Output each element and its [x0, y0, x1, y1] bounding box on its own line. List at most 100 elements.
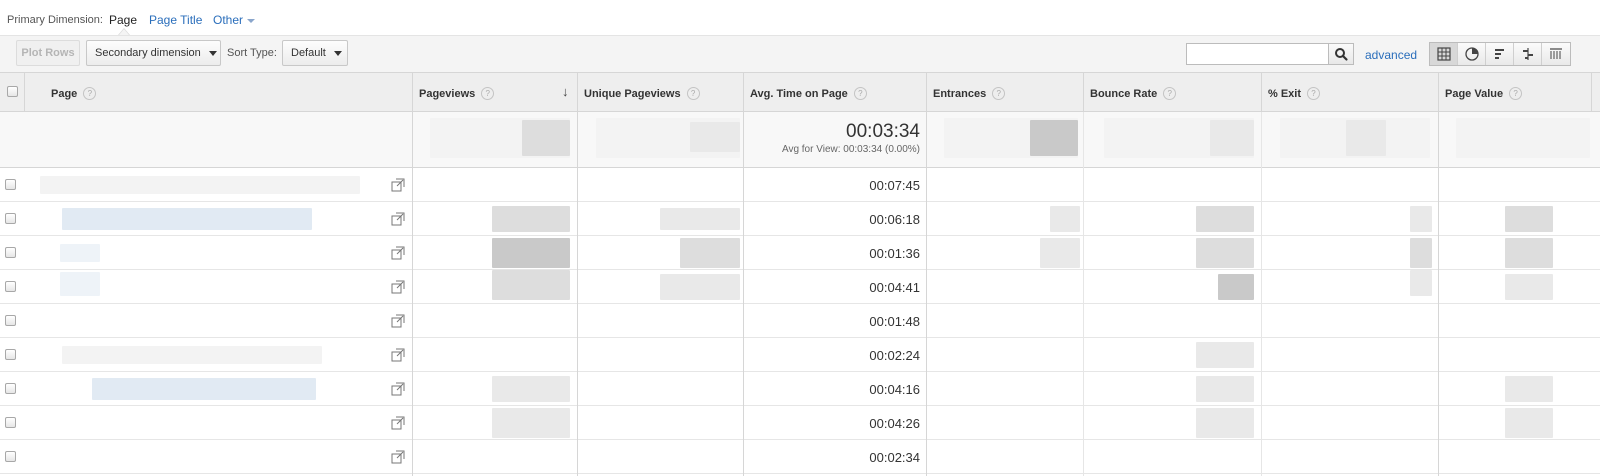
row-checkbox[interactable] — [5, 383, 16, 394]
row-checkbox[interactable] — [5, 451, 16, 462]
other-label: Other — [213, 13, 244, 27]
row-checkbox[interactable] — [5, 417, 16, 428]
column-divider — [1083, 112, 1084, 476]
open-link-icon[interactable] — [391, 348, 405, 362]
dropdown-caret-icon — [208, 50, 217, 56]
performance-view-button[interactable] — [1486, 43, 1514, 65]
summary-row: 00:03:34 Avg for View: 00:03:34 (0.00%) — [0, 112, 1600, 168]
open-link-icon[interactable] — [391, 416, 405, 430]
comparison-view-button[interactable] — [1514, 43, 1542, 65]
help-icon[interactable]: ? — [83, 87, 97, 100]
redacted-value — [660, 208, 740, 230]
column-header-unique-pageviews[interactable]: Unique Pageviews? — [578, 73, 744, 111]
report-table: Page? Pageviews? ↓ Unique Pageviews? Avg… — [0, 72, 1600, 476]
sort-type-label: Sort Type: — [227, 47, 277, 59]
row-checkbox[interactable] — [5, 213, 16, 224]
redacted-page-link[interactable] — [60, 272, 100, 296]
table-row: 00:02:34 — [0, 440, 1600, 474]
help-icon[interactable]: ? — [481, 87, 495, 100]
primary-dimension-other[interactable]: Other — [213, 13, 256, 27]
primary-dimension-page-title[interactable]: Page Title — [149, 13, 202, 27]
sort-descending-icon[interactable]: ↓ — [562, 84, 569, 99]
table-row: 00:04:41 — [0, 270, 1600, 304]
avg-time-cell: 00:01:48 — [869, 314, 920, 329]
redacted-page-link[interactable] — [62, 346, 322, 364]
redacted-value — [492, 206, 570, 232]
column-header-exit[interactable]: % Exit? — [1262, 73, 1439, 111]
help-icon[interactable]: ? — [1163, 87, 1177, 100]
column-header-entrances[interactable]: Entrances? — [927, 73, 1084, 111]
open-link-icon[interactable] — [391, 212, 405, 226]
redacted-value — [1196, 238, 1254, 268]
pivot-view-button[interactable] — [1542, 43, 1570, 65]
table-row: 00:02:24 — [0, 338, 1600, 372]
help-icon[interactable]: ? — [992, 87, 1006, 100]
redacted-value — [660, 274, 740, 300]
select-all-checkbox[interactable] — [7, 86, 18, 97]
redacted-value — [522, 120, 570, 156]
redacted-value — [492, 238, 570, 268]
open-link-icon[interactable] — [391, 280, 405, 294]
help-icon[interactable]: ? — [686, 87, 700, 100]
secondary-dimension-dropdown[interactable]: Secondary dimension — [86, 40, 221, 66]
open-link-icon[interactable] — [391, 314, 405, 328]
open-link-icon[interactable] — [391, 450, 405, 464]
redacted-page-link[interactable] — [40, 176, 360, 194]
help-icon[interactable]: ? — [1509, 87, 1523, 100]
row-checkbox[interactable] — [5, 179, 16, 190]
redacted-page-link[interactable] — [92, 378, 316, 400]
header-select-cell — [0, 73, 25, 111]
open-link-icon[interactable] — [391, 382, 405, 396]
redacted-value — [1196, 408, 1254, 438]
sort-type-dropdown[interactable]: Default — [282, 40, 348, 66]
redacted-value — [1505, 376, 1553, 402]
avg-time-cell: 00:04:26 — [869, 416, 920, 431]
row-checkbox[interactable] — [5, 247, 16, 258]
help-icon[interactable]: ? — [1307, 87, 1321, 100]
column-header-avg-time-on-page[interactable]: Avg. Time on Page? — [744, 73, 927, 111]
redacted-value — [1210, 120, 1254, 156]
redacted-value — [1196, 376, 1254, 402]
row-checkbox[interactable] — [5, 349, 16, 360]
plot-rows-button[interactable]: Plot Rows — [16, 40, 80, 66]
column-divider — [1261, 112, 1262, 476]
column-label: Avg. Time on Page — [750, 88, 848, 100]
row-checkbox[interactable] — [5, 281, 16, 292]
dropdown-caret-icon — [333, 50, 342, 56]
comparison-view-icon — [1522, 48, 1533, 60]
column-header-pageviews[interactable]: Pageviews? ↓ — [413, 73, 578, 111]
avg-time-cell: 00:06:18 — [869, 212, 920, 227]
column-header-page-value[interactable]: Page Value? — [1439, 73, 1592, 111]
column-label: Entrances — [933, 88, 987, 100]
table-search-input[interactable] — [1186, 43, 1328, 65]
redacted-value — [492, 408, 570, 438]
redacted-value — [1050, 206, 1080, 232]
redacted-value — [1505, 408, 1553, 438]
open-link-icon[interactable] — [391, 178, 405, 192]
redacted-value — [1040, 238, 1080, 268]
search-icon — [1335, 48, 1348, 61]
pivot-view-icon — [1550, 48, 1562, 59]
redacted-page-link[interactable] — [62, 208, 312, 230]
row-checkbox[interactable] — [5, 315, 16, 326]
primary-dimension-page[interactable]: Page — [109, 13, 137, 27]
redacted-value — [690, 122, 740, 152]
redacted-page-link[interactable] — [60, 244, 100, 262]
column-divider — [1438, 112, 1439, 476]
column-divider — [577, 112, 578, 476]
advanced-filter-link[interactable]: advanced — [1365, 48, 1417, 62]
table-row: 00:07:45 — [0, 168, 1600, 202]
column-label: % Exit — [1268, 88, 1302, 100]
table-header: Page? Pageviews? ↓ Unique Pageviews? Avg… — [0, 72, 1600, 112]
open-link-icon[interactable] — [391, 246, 405, 260]
help-icon[interactable]: ? — [853, 87, 867, 100]
percentage-view-button[interactable] — [1458, 43, 1486, 65]
column-divider — [926, 112, 927, 476]
table-row: 00:04:26 — [0, 406, 1600, 440]
column-header-bounce-rate[interactable]: Bounce Rate? — [1084, 73, 1262, 111]
search-button[interactable] — [1328, 43, 1354, 65]
primary-dimension-bar: Primary Dimension: Page Page Title Other — [0, 0, 1600, 36]
redacted-value — [1196, 206, 1254, 232]
column-header-page[interactable]: Page? — [25, 73, 413, 111]
data-view-button[interactable] — [1430, 43, 1458, 65]
